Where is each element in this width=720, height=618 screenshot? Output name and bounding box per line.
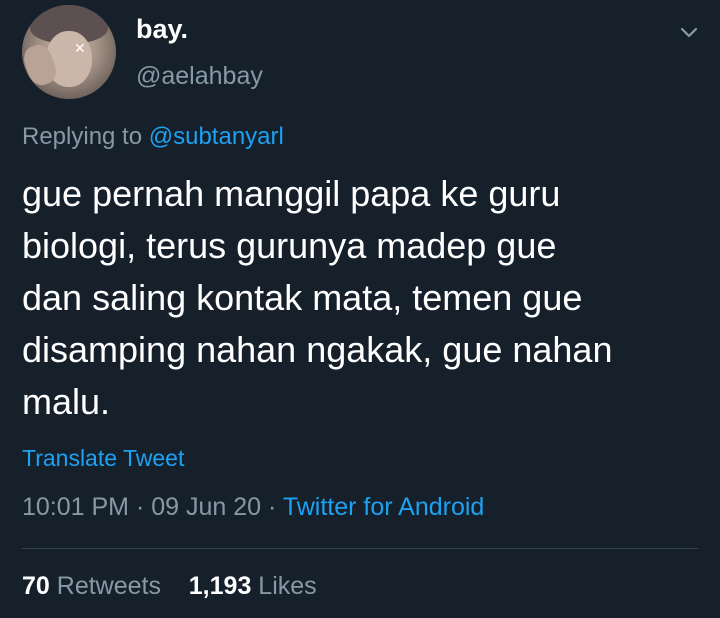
tweet-meta: 10:01 PM · 09 Jun 20 · Twitter for Andro… <box>22 493 484 522</box>
retweets-label: Retweets <box>56 572 161 600</box>
likes-stat[interactable]: 1,193 Likes <box>189 572 317 600</box>
likes-count: 1,193 <box>188 572 252 600</box>
retweets-count: 70 <box>22 572 50 600</box>
tweet-source-link[interactable]: Twitter for Android <box>283 493 484 521</box>
tweet-text-line: biologi, terus gurunya madep gue <box>22 225 557 266</box>
replying-to-prefix: Replying to <box>22 123 143 150</box>
avatar-cross-mark: ✕ <box>74 41 86 57</box>
tweet-time[interactable]: 10:01 PM <box>22 493 129 521</box>
likes-label: Likes <box>258 572 317 600</box>
tweet-date[interactable]: 09 Jun 20 <box>151 493 261 521</box>
chevron-down-icon[interactable] <box>680 24 698 42</box>
meta-separator: · <box>135 493 145 521</box>
tweet-text: gue pernah manggil papa ke guru biologi,… <box>22 168 702 428</box>
tweet-stats: 70 Retweets 1,193 Likes <box>22 572 317 601</box>
meta-separator: · <box>268 493 277 521</box>
display-name[interactable]: bay. <box>136 14 188 45</box>
tweet-text-line: gue pernah manggil papa ke guru <box>22 173 561 214</box>
tweet-text-line: malu. <box>22 381 111 422</box>
avatar[interactable]: ✕ <box>22 5 116 99</box>
tweet-text-line: dan saling kontak mata, temen gue <box>22 277 583 318</box>
user-handle[interactable]: @aelahbay <box>136 62 263 91</box>
replying-to: Replying to @subtanyarl <box>22 123 284 151</box>
divider <box>22 548 698 549</box>
translate-tweet-link[interactable]: Translate Tweet <box>22 445 184 472</box>
retweets-stat[interactable]: 70 Retweets <box>22 572 161 600</box>
tweet-text-line: disamping nahan ngakak, gue nahan <box>22 329 613 370</box>
replying-to-handle-link[interactable]: @subtanyarl <box>149 123 284 150</box>
